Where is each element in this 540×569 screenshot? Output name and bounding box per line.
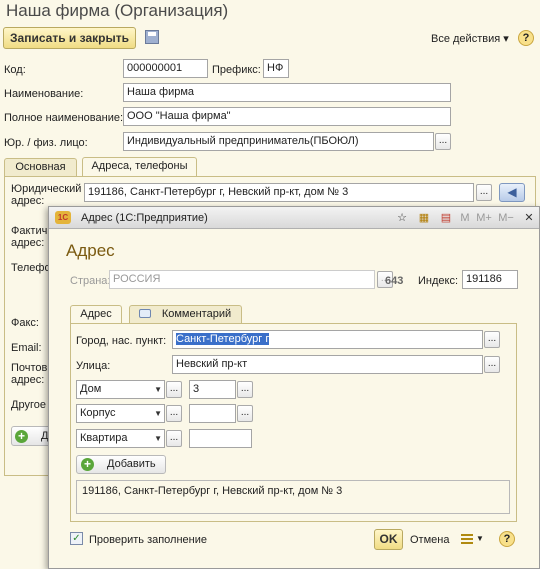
save-icon[interactable]: [145, 30, 159, 44]
full-address-display: 191186, Санкт-Петербург г, Невский пр-кт…: [76, 480, 510, 514]
plus-icon: +: [15, 430, 28, 443]
close-icon[interactable]: ✕: [521, 210, 537, 226]
name-label: Наименование:: [4, 88, 84, 100]
app-logo-icon: 1С: [55, 211, 71, 224]
index-field[interactable]: 191186: [462, 270, 518, 289]
email-label: Email:: [11, 342, 42, 354]
chevron-down-icon: ▼: [154, 385, 162, 394]
memory-plus-button[interactable]: M+: [474, 210, 494, 226]
building-select-button[interactable]: ...: [237, 405, 253, 422]
memory-m-button[interactable]: M: [457, 210, 473, 226]
tab-addresses[interactable]: Адреса, телефоны: [82, 157, 197, 176]
dialog-heading: Адрес: [66, 241, 115, 260]
other-label: Другое: [11, 399, 46, 411]
add-contact-button[interactable]: + Д: [11, 426, 51, 446]
prefix-label: Префикс:: [212, 64, 261, 76]
legal-address-label: Юридический адрес:: [11, 183, 82, 207]
all-actions-menu[interactable]: Все действия ▾: [431, 32, 509, 45]
phone-label: Телефо: [11, 262, 51, 274]
house-type-button[interactable]: ...: [166, 381, 182, 398]
arrow-left-icon[interactable]: ◀: [499, 183, 525, 202]
house-select-button[interactable]: ...: [237, 381, 253, 398]
save-close-button[interactable]: Записать и закрыть: [3, 27, 136, 49]
apartment-field[interactable]: [189, 429, 252, 448]
street-label: Улица:: [76, 360, 111, 372]
help-icon[interactable]: ?: [518, 30, 534, 46]
city-select-button[interactable]: ...: [484, 331, 500, 348]
building-type-select[interactable]: Корпус ▼: [76, 404, 165, 423]
apartment-type-select[interactable]: Квартира ▼: [76, 429, 165, 448]
address-dialog: 1С Адрес (1С:Предприятие) ☆ ▦ ▤ M M+ M− …: [48, 206, 540, 569]
tab-address[interactable]: Адрес: [70, 305, 122, 324]
code-label: Код:: [4, 64, 26, 76]
house-type-select[interactable]: Дом ▼: [76, 380, 165, 399]
country-label: Страна:: [70, 275, 111, 287]
fullname-label: Полное наименование:: [4, 112, 124, 124]
legal-address-button[interactable]: ...: [476, 184, 492, 201]
menu-icon[interactable]: ▼: [459, 531, 484, 548]
ok-button[interactable]: OK: [374, 529, 403, 550]
chevron-down-icon: ▼: [154, 409, 162, 418]
house-field[interactable]: 3: [189, 380, 236, 399]
index-label: Индекс:: [418, 275, 459, 287]
comment-icon: [139, 309, 151, 318]
check-fill-link[interactable]: Проверить заполнение: [89, 534, 207, 546]
plus-icon: +: [81, 458, 94, 471]
cancel-button[interactable]: Отмена: [410, 534, 449, 546]
add-button[interactable]: + Добавить: [76, 455, 166, 474]
fax-label: Факс:: [11, 317, 39, 329]
postal-address-label: Почтов адрес:: [11, 362, 48, 386]
legal-label: Юр. / физ. лицо:: [4, 137, 88, 149]
street-field[interactable]: Невский пр-кт: [172, 355, 483, 374]
country-code: 643: [385, 275, 404, 287]
name-field[interactable]: Наша фирма: [123, 83, 451, 102]
building-type-button[interactable]: ...: [166, 405, 182, 422]
memory-minus-button[interactable]: M−: [496, 210, 516, 226]
actual-address-label: Фактич адрес:: [11, 225, 48, 249]
dialog-help-icon[interactable]: ?: [499, 531, 515, 547]
apartment-type-button[interactable]: ...: [166, 430, 182, 447]
chevron-down-icon: ▼: [476, 534, 484, 543]
country-field[interactable]: РОССИЯ: [109, 270, 375, 289]
star-icon[interactable]: ☆: [394, 210, 410, 226]
tab-main[interactable]: Основная: [4, 158, 77, 176]
legal-field[interactable]: Индивидуальный предприниматель(ПБОЮЛ): [123, 132, 434, 151]
city-label: Город, нас. пункт:: [76, 335, 167, 347]
street-select-button[interactable]: ...: [484, 356, 500, 373]
check-icon: ✓: [70, 532, 83, 545]
calculator-icon[interactable]: ▦: [416, 210, 432, 226]
code-field[interactable]: 000000001: [123, 59, 208, 78]
calendar-icon[interactable]: ▤: [438, 210, 454, 226]
fullname-field[interactable]: ООО "Наша фирма": [123, 107, 451, 126]
legal-address-field[interactable]: 191186, Санкт-Петербург г, Невский пр-кт…: [84, 183, 474, 202]
window-title: Наша фирма (Организация): [6, 1, 229, 20]
prefix-field[interactable]: НФ: [263, 59, 289, 78]
city-field[interactable]: Санкт-Петербург г: [172, 330, 483, 349]
tab-comment[interactable]: Комментарий: [129, 305, 242, 323]
building-field[interactable]: [189, 404, 236, 423]
dialog-titlebar: 1С Адрес (1С:Предприятие) ☆ ▦ ▤ M M+ M− …: [49, 207, 539, 229]
dialog-window-title: Адрес (1С:Предприятие): [81, 212, 208, 224]
legal-select-button[interactable]: ...: [435, 133, 451, 150]
chevron-down-icon: ▼: [154, 434, 162, 443]
